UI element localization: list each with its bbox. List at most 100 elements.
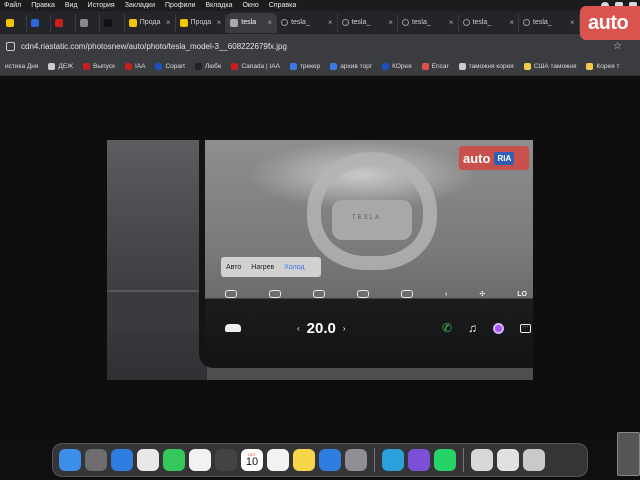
bookmark-item[interactable]: трекер: [285, 63, 325, 70]
viber-icon[interactable]: [408, 449, 430, 471]
tab-label: tesla_: [291, 19, 310, 26]
close-tab-icon[interactable]: ×: [388, 18, 393, 27]
tab-label: Прода: [139, 19, 161, 26]
safari-icon[interactable]: [111, 449, 133, 471]
bookmark-favicon-icon: [289, 63, 297, 70]
system-settings-icon[interactable]: [345, 449, 367, 471]
tab-label: tesla: [241, 19, 257, 26]
tab-favicon-icon: [179, 18, 188, 27]
globe-icon: [281, 19, 289, 26]
finder-icon[interactable]: [59, 449, 81, 471]
browser-tab[interactable]: [2, 13, 27, 32]
menu-edit[interactable]: Правка: [27, 2, 61, 9]
menu-help[interactable]: Справка: [265, 2, 302, 9]
temperature-value: 20.0: [306, 319, 336, 337]
folder-icon[interactable]: [497, 449, 519, 471]
telegram-icon[interactable]: [382, 449, 404, 471]
close-tab-icon[interactable]: ×: [166, 18, 171, 27]
bookmark-item[interactable]: КОрея: [377, 63, 417, 70]
bookmark-item[interactable]: Корея т: [581, 63, 624, 70]
tab-favicon-icon: [55, 18, 64, 27]
menu-view[interactable]: Вид: [61, 2, 84, 9]
close-tab-icon[interactable]: ×: [449, 18, 454, 27]
messages-icon[interactable]: [163, 449, 185, 471]
bookmark-item[interactable]: Выпуск: [78, 63, 120, 70]
browser-tab[interactable]: [76, 13, 101, 32]
menu-bar: Файл Правка Вид История Закладки Профили…: [0, 0, 640, 11]
climate-mode-popup: Авто Нагрев Холод: [221, 257, 321, 277]
photos-icon[interactable]: [189, 449, 211, 471]
bookmark-item[interactable]: США таможня: [519, 63, 582, 70]
car-interior-photo: TESLA auto RIA Авто Нагрев Холод ‹ ✣ LO …: [107, 140, 533, 380]
bookmark-label: Выпуск: [93, 63, 115, 70]
tab-label: tesla_: [412, 19, 431, 26]
browser-tab[interactable]: Прода ×: [176, 13, 227, 32]
menu-window[interactable]: Окно: [238, 2, 264, 9]
bookmark-item[interactable]: архив торг: [325, 63, 377, 70]
browser-tab[interactable]: tesla ×: [226, 12, 278, 33]
browser-tab[interactable]: tesla_ ×: [338, 13, 399, 32]
calendar-day: 10: [245, 456, 259, 468]
calculator-icon[interactable]: [215, 449, 237, 471]
menu-profiles[interactable]: Профили: [161, 2, 201, 9]
browser-tab[interactable]: Прода ×: [125, 13, 176, 32]
notes-icon[interactable]: [293, 449, 315, 471]
dashboard-left: [107, 140, 207, 380]
bookmark-item[interactable]: ДЕЖ: [43, 63, 78, 70]
menu-bookmarks[interactable]: Закладки: [121, 2, 161, 9]
close-tab-icon[interactable]: ×: [217, 18, 222, 27]
car-icon: [225, 324, 241, 332]
climate-mode-cool: Холод: [284, 263, 305, 271]
defrost-front-icon: [269, 290, 281, 298]
bookmark-label: Canada | IAA: [241, 63, 280, 70]
tab-label: tesla_: [533, 19, 552, 26]
close-tab-icon[interactable]: ×: [267, 18, 272, 27]
menu-file[interactable]: Файл: [0, 2, 27, 9]
bookmark-item[interactable]: IAA: [120, 63, 150, 70]
bookmark-label: Любе: [204, 63, 222, 70]
tesla-app-icons: ✆ ♫ ···: [442, 321, 531, 335]
chrome-icon[interactable]: [137, 449, 159, 471]
browser-tab[interactable]: [51, 13, 76, 32]
preview-icon[interactable]: [471, 449, 493, 471]
menu-history[interactable]: История: [84, 2, 121, 9]
tab-favicon-icon: [79, 18, 88, 27]
close-tab-icon[interactable]: ×: [328, 18, 333, 27]
bookmark-item[interactable]: Canada | IAA: [226, 63, 285, 70]
bookmark-item[interactable]: Любе: [190, 63, 226, 70]
trash-icon[interactable]: [523, 449, 545, 471]
bookmark-favicon-icon: [83, 63, 91, 70]
browser-tab[interactable]: tesla_ ×: [519, 13, 580, 32]
bookmark-label: КОрея: [392, 63, 412, 70]
browser-tab[interactable]: [100, 13, 125, 32]
temp-up-arrow: ›: [342, 323, 346, 333]
bookmark-favicon-icon: [194, 63, 202, 70]
launchpad-icon[interactable]: [85, 449, 107, 471]
bookmark-item[interactable]: истика Дня: [0, 63, 43, 70]
bookmark-item[interactable]: Encar: [417, 63, 454, 70]
site-info-icon[interactable]: [6, 41, 15, 51]
music-icon: ♫: [468, 321, 477, 335]
browser-tab[interactable]: tesla_ ×: [398, 13, 459, 32]
bookmark-item[interactable]: Copart: [150, 63, 190, 70]
autoria-logo: auto: [580, 6, 640, 40]
reminders-icon[interactable]: [267, 449, 289, 471]
close-tab-icon[interactable]: ×: [570, 18, 575, 27]
bookmark-item[interactable]: таможня корея: [454, 63, 519, 70]
menu-tab[interactable]: Вкладка: [201, 2, 238, 9]
bookmark-label: IAA: [134, 63, 146, 70]
app-store-icon[interactable]: [319, 449, 341, 471]
close-tab-icon[interactable]: ×: [509, 18, 514, 27]
tab-favicon-icon: [104, 18, 113, 27]
bookmark-star-icon[interactable]: ☆: [613, 41, 622, 52]
screenshot-thumbnail[interactable]: [617, 432, 640, 476]
calendar-icon[interactable]: ОКТ 10: [241, 449, 263, 471]
whatsapp-icon[interactable]: [434, 449, 456, 471]
browser-tab[interactable]: tesla_ ×: [459, 13, 520, 32]
url-field[interactable]: cdn4.riastatic.com/photosnew/auto/photo/…: [21, 42, 287, 51]
more-apps-icon: ···: [520, 323, 531, 333]
bookmark-favicon-icon: [421, 63, 429, 70]
climate-icon-row: ‹ ✣ LO: [225, 286, 533, 302]
browser-tab[interactable]: [27, 13, 52, 32]
browser-tab[interactable]: tesla_ ×: [277, 13, 338, 32]
